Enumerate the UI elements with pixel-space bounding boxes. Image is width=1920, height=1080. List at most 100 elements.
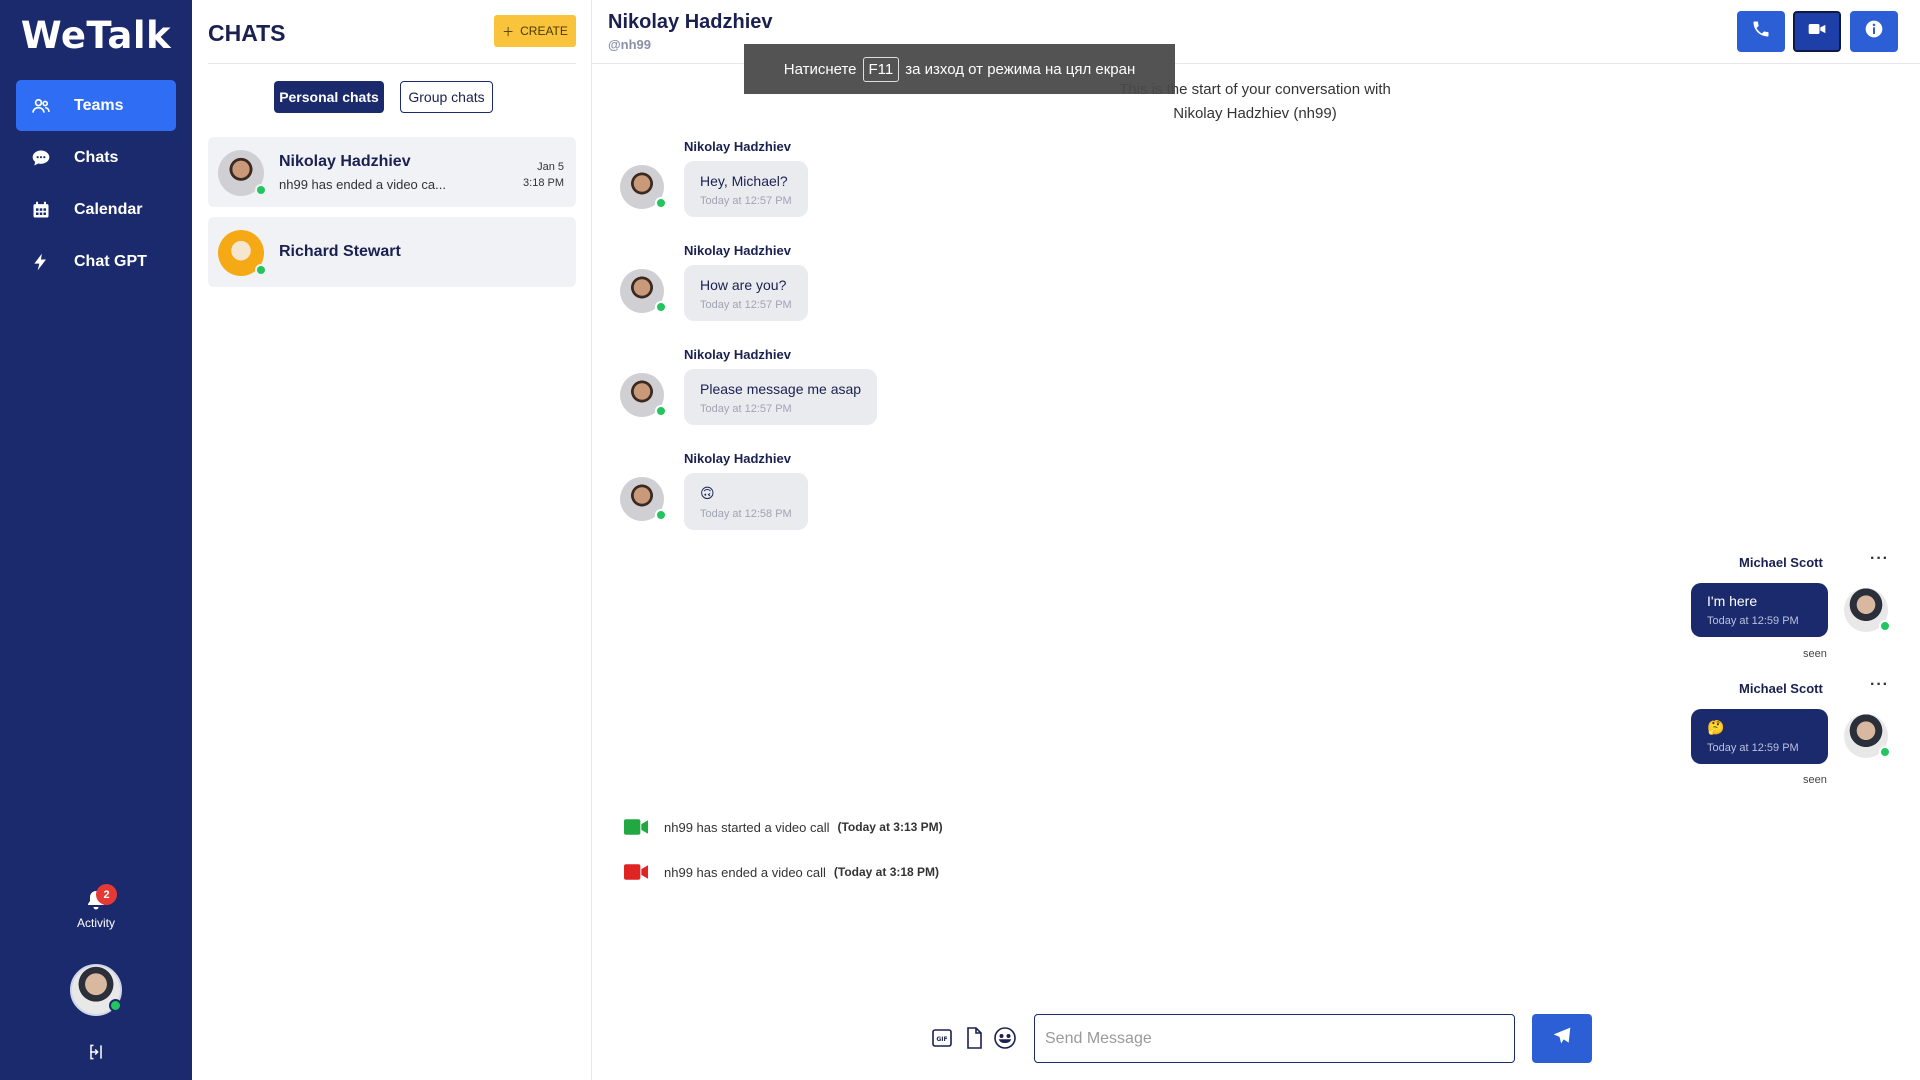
activity-badge: 2 xyxy=(96,884,117,905)
chats-title: CHATS xyxy=(208,20,286,46)
nav-label: Calendar xyxy=(74,200,143,218)
call-event-time: (Today at 3:13 PM) xyxy=(837,820,943,834)
call-event: nh99 has ended a video call (Today at 3:… xyxy=(624,864,939,880)
plus-icon: ＋ xyxy=(502,24,515,39)
video-camera-icon xyxy=(624,864,649,880)
file-attach-icon[interactable] xyxy=(962,1026,986,1050)
divider xyxy=(208,63,576,64)
call-event-time: (Today at 3:18 PM) xyxy=(833,865,940,879)
video-camera-icon xyxy=(624,819,649,835)
voice-call-button[interactable] xyxy=(1737,11,1785,52)
conversation-panel: Nikolay Hadzhiev @nh99 This is the start… xyxy=(592,0,1920,1080)
chat-time: 3:18 PM xyxy=(523,177,564,189)
create-label: CREATE xyxy=(520,24,568,38)
nav-item-calendar[interactable]: Calendar xyxy=(16,184,176,235)
tab-group-chats[interactable]: Group chats xyxy=(400,81,493,113)
seen-status: seen xyxy=(1803,774,1827,786)
nav-item-chat-gpt[interactable]: Chat GPT xyxy=(16,236,176,287)
online-indicator xyxy=(1879,746,1891,758)
nav-label: Teams xyxy=(74,96,124,114)
message-options-button[interactable]: ··· xyxy=(1870,676,1889,694)
message-sender: Michael Scott xyxy=(1739,681,1823,696)
chat-timestamp: Jan 5 3:18 PM xyxy=(523,159,564,191)
message-time: Today at 12:57 PM xyxy=(700,195,792,207)
avatar xyxy=(218,230,267,276)
call-event-text: nh99 has ended a video call xyxy=(664,864,826,880)
online-indicator xyxy=(655,301,667,313)
message-time: Today at 12:57 PM xyxy=(700,299,792,311)
message-text: I'm here xyxy=(1707,593,1758,609)
tab-personal-chats[interactable]: Personal chats xyxy=(274,81,384,113)
message-time: Today at 12:59 PM xyxy=(1707,615,1799,627)
phone-icon xyxy=(1751,19,1771,44)
activity-label: Activity xyxy=(76,916,115,930)
calendar-icon xyxy=(30,199,52,221)
avatar xyxy=(620,373,667,417)
chat-name: Nikolay Hadzhiev xyxy=(279,153,411,170)
message-bubble: 🤔 Today at 12:59 PM xyxy=(1691,709,1828,764)
message-text: Please message me asap xyxy=(700,381,862,397)
user-avatar[interactable] xyxy=(70,964,122,1016)
online-indicator xyxy=(255,184,267,196)
chat-list-panel: CHATS ＋ CREATE Personal chats Group chat… xyxy=(192,0,592,1080)
conversation-title: Nikolay Hadzhiev xyxy=(608,11,773,33)
message-text: 🤔 xyxy=(1707,719,1725,735)
online-indicator xyxy=(109,999,122,1012)
message-text: 🙃 xyxy=(700,485,715,501)
chat-date: Jan 5 xyxy=(537,161,564,173)
message-bubble: How are you? Today at 12:57 PM xyxy=(684,265,808,321)
info-icon xyxy=(1864,19,1884,44)
nav-label: Chats xyxy=(74,148,119,166)
message-bubble: I'm here Today at 12:59 PM xyxy=(1691,583,1828,637)
message-options-button[interactable]: ··· xyxy=(1870,550,1889,568)
left-nav: WeTalk Teams Chats Calendar Chat GPT Act… xyxy=(0,0,192,1080)
message-sender: Michael Scott xyxy=(1739,555,1823,570)
message-time: Today at 12:59 PM xyxy=(1707,742,1799,754)
message-sender: Nikolay Hadzhiev xyxy=(684,451,791,466)
nav-item-chats[interactable]: Chats xyxy=(16,132,176,183)
info-button[interactable] xyxy=(1850,11,1898,52)
nav-item-teams[interactable]: Teams xyxy=(16,80,176,131)
video-call-button[interactable] xyxy=(1793,11,1841,52)
online-indicator xyxy=(655,197,667,209)
message-time: Today at 12:58 PM xyxy=(700,508,792,520)
message-composer: GIF xyxy=(592,1014,1920,1064)
chat-list-item[interactable]: Richard Stewart xyxy=(208,217,576,287)
online-indicator xyxy=(655,509,667,521)
call-event-text: nh99 has started a video call xyxy=(664,819,830,835)
message-sender: Nikolay Hadzhiev xyxy=(684,243,791,258)
avatar xyxy=(1844,714,1891,758)
chat-bubble-icon xyxy=(30,147,52,169)
chat-name: Richard Stewart xyxy=(279,243,401,260)
message-text: How are you? xyxy=(700,277,787,293)
fullscreen-notice-text: Натиснете xyxy=(783,60,857,78)
message-sender: Nikolay Hadzhiev xyxy=(684,139,791,154)
nav-label: Chat GPT xyxy=(74,252,147,270)
message-bubble: Please message me asap Today at 12:57 PM xyxy=(684,369,878,425)
create-button[interactable]: ＋ CREATE xyxy=(494,15,576,47)
send-button[interactable] xyxy=(1532,1014,1592,1063)
fullscreen-notice: Натиснете F11 за изход от режима на цял … xyxy=(744,44,1175,94)
seen-status: seen xyxy=(1803,648,1827,660)
emoji-icon[interactable] xyxy=(993,1026,1017,1050)
online-indicator xyxy=(1879,620,1891,632)
online-indicator xyxy=(655,405,667,417)
app-logo: WeTalk xyxy=(20,14,172,57)
avatar xyxy=(620,477,667,521)
send-icon xyxy=(1552,1026,1572,1051)
chat-list-item[interactable]: Nikolay Hadzhiev nh99 has ended a video … xyxy=(208,137,576,207)
svg-text:GIF: GIF xyxy=(936,1036,947,1043)
message-bubble: Hey, Michael? Today at 12:57 PM xyxy=(684,161,808,217)
message-text: Hey, Michael? xyxy=(700,173,788,189)
avatar xyxy=(620,165,667,209)
start-text-line: Nikolay Hadzhiev (nh99) xyxy=(1173,105,1337,122)
avatar xyxy=(218,150,267,196)
online-indicator xyxy=(255,264,267,276)
message-input[interactable] xyxy=(1034,1014,1515,1063)
avatar xyxy=(1844,588,1891,632)
logout-icon[interactable] xyxy=(86,1042,106,1062)
f11-key: F11 xyxy=(862,56,900,82)
users-icon xyxy=(30,95,52,117)
gif-icon[interactable]: GIF xyxy=(930,1026,954,1050)
message-bubble: 🙃 Today at 12:58 PM xyxy=(684,473,808,530)
